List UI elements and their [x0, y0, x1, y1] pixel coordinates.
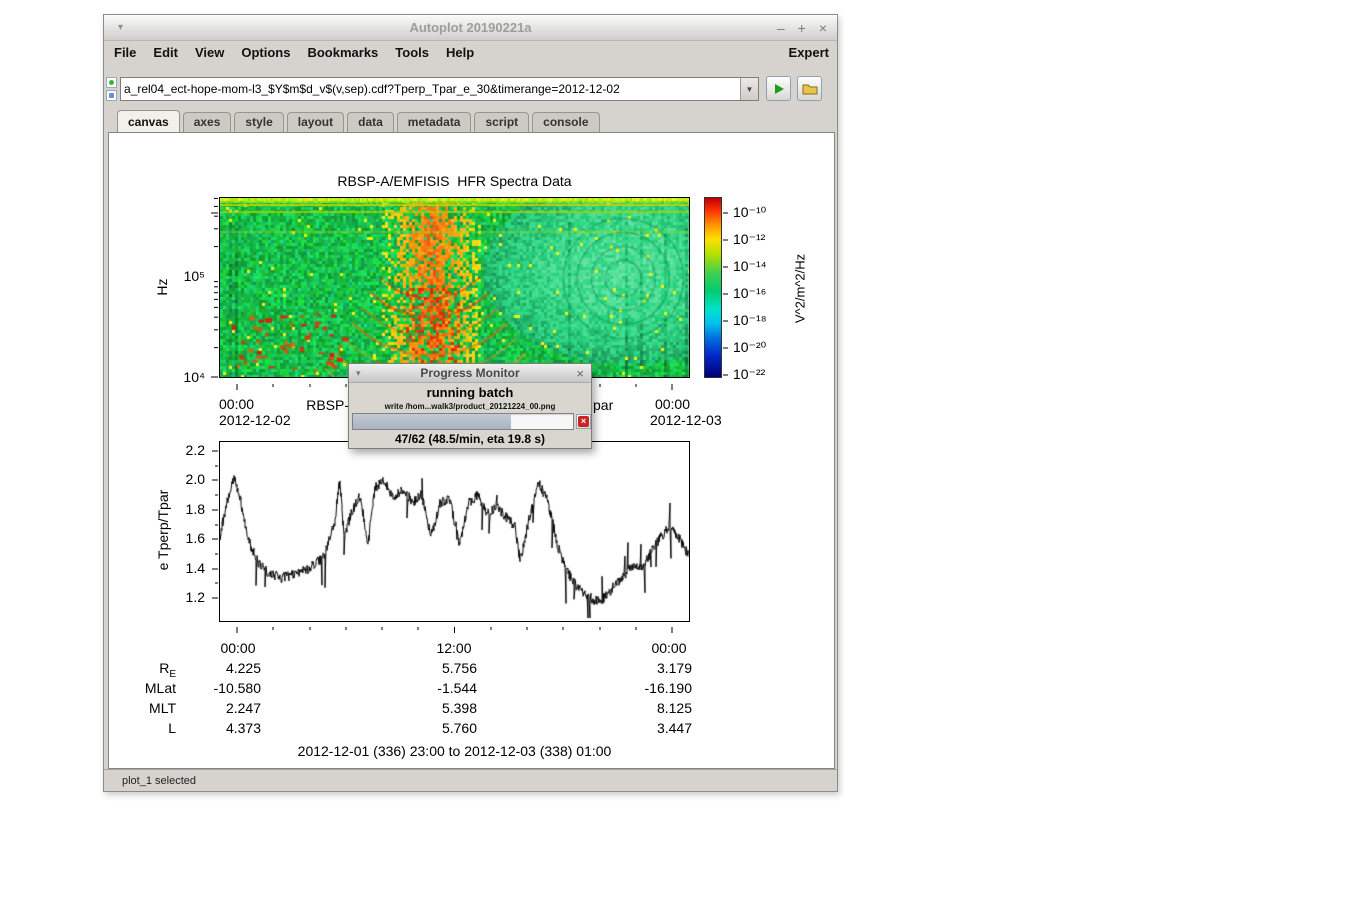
timeseries-y-ticks [208, 441, 218, 622]
expert-toggle[interactable]: Expert [789, 45, 829, 60]
status-bar: plot_1 selected [104, 769, 837, 791]
colorbar-tick-label: 10⁻²⁰ [733, 339, 803, 355]
progress-bar-fill [353, 414, 511, 429]
timeseries-plot[interactable] [219, 441, 690, 622]
chevron-down-icon: ▼ [746, 85, 754, 94]
minimize-button[interactable]: – [777, 21, 785, 35]
folder-icon [802, 82, 818, 95]
row-value: 4.373 [181, 720, 261, 736]
x1-date-label: 2012-12-02 [219, 412, 291, 428]
x2-tick-label: 00:00 [210, 640, 266, 656]
open-file-button[interactable] [797, 76, 822, 101]
window-menu-icon[interactable]: ▾ [118, 22, 123, 33]
row-label: MLT [126, 700, 176, 720]
menu-bookmarks[interactable]: Bookmarks [307, 45, 378, 60]
dialog-menu-icon[interactable]: ▾ [356, 368, 361, 379]
row-value: 3.447 [612, 720, 692, 736]
uri-status-icon-top [106, 77, 117, 88]
spectrogram-plot[interactable] [219, 197, 690, 378]
row-value: 5.756 [397, 660, 477, 676]
x1-tick-label: 00:00 [645, 396, 690, 412]
autoplot-window: ▾ Autoplot 20190221a – + × File Edit Vie… [103, 14, 838, 792]
progress-task-label: running batch [349, 385, 591, 400]
spectrogram-y-axis-label: Hz [154, 272, 170, 302]
status-text: plot_1 selected [122, 775, 196, 787]
uri-combobox[interactable]: ▼ [120, 77, 759, 101]
row-value: 4.225 [181, 660, 261, 676]
x1-tick-label: 00:00 [219, 396, 254, 412]
spectrogram-ytick-label: 10⁴ [149, 369, 205, 385]
progress-dialog-title: Progress Monitor [349, 366, 591, 380]
plot-canvas-panel[interactable]: RBSP-A/EMFISIS HFR Spectra Data 10⁵ 10⁴ … [108, 132, 835, 769]
menu-file[interactable]: File [114, 45, 136, 60]
row-value: -10.580 [181, 680, 261, 696]
menu-view[interactable]: View [195, 45, 224, 60]
progress-dialog-titlebar[interactable]: ▾ Progress Monitor × [349, 364, 591, 383]
desktop: ▾ Autoplot 20190221a – + × File Edit Vie… [0, 0, 1345, 916]
row-label: MLat [126, 680, 176, 700]
menu-options[interactable]: Options [241, 45, 290, 60]
maximize-button[interactable]: + [798, 21, 806, 35]
go-button[interactable] [766, 76, 791, 101]
x2-tick-label: 00:00 [641, 640, 697, 656]
progress-bar [352, 413, 574, 430]
cancel-icon: × [578, 416, 589, 427]
window-title: Autoplot 20190221a [104, 20, 837, 35]
tab-script[interactable]: script [474, 112, 529, 132]
menu-bar: File Edit View Options Bookmarks Tools H… [104, 42, 837, 63]
row-value: -16.190 [612, 680, 692, 696]
x1-date-label: 2012-12-03 [650, 412, 722, 428]
progress-monitor-dialog: ▾ Progress Monitor × running batch write… [348, 363, 592, 449]
context-label-fragment: par [593, 397, 613, 413]
row-value: 2.247 [181, 700, 261, 716]
tab-layout[interactable]: layout [287, 112, 344, 132]
tab-canvas[interactable]: canvas [117, 110, 180, 132]
menu-edit[interactable]: Edit [153, 45, 178, 60]
colorbar-tick-label: 10⁻¹² [733, 231, 803, 247]
tab-bar: canvas axes style layout data metadata s… [117, 111, 833, 132]
close-button[interactable]: × [819, 21, 827, 35]
row-label: L [126, 720, 176, 740]
progress-detail-label: write /hom...walk3/product_20121224_00.p… [349, 402, 591, 411]
uri-status-icon-bottom [106, 90, 117, 101]
row-value: 5.398 [397, 700, 477, 716]
row-value: 8.125 [612, 700, 692, 716]
colorbar-axis-label: V^2/m^2/Hz [794, 228, 809, 348]
tab-data[interactable]: data [347, 112, 394, 132]
play-icon [773, 83, 785, 95]
tab-metadata[interactable]: metadata [397, 112, 472, 132]
window-titlebar[interactable]: ▾ Autoplot 20190221a – + × [104, 15, 837, 41]
time-range-label: 2012-12-01 (336) 23:00 to 2012-12-03 (33… [219, 743, 690, 759]
colorbar[interactable] [704, 197, 722, 378]
colorbar-ticks [723, 197, 731, 378]
tab-style[interactable]: style [234, 112, 283, 132]
progress-status-label: 47/62 (48.5/min, eta 19.8 s) [349, 432, 591, 446]
row-value: 5.760 [397, 720, 477, 736]
row-label: RE [126, 660, 176, 680]
uri-dropdown-button[interactable]: ▼ [740, 78, 758, 100]
tab-axes[interactable]: axes [183, 112, 232, 132]
uri-input[interactable] [121, 78, 740, 100]
uri-toolbar: ▼ [104, 71, 837, 107]
tab-console[interactable]: console [532, 112, 599, 132]
timeseries-x-ticks [219, 622, 690, 630]
row-value: -1.544 [397, 680, 477, 696]
spectrogram-y-ticks [208, 197, 218, 378]
menu-help[interactable]: Help [446, 45, 474, 60]
x2-tick-label: 12:00 [426, 640, 482, 656]
dialog-close-icon[interactable]: × [576, 367, 584, 380]
cancel-task-button[interactable]: × [576, 414, 591, 429]
context-label-fragment: RBSP- [287, 397, 349, 413]
menu-tools[interactable]: Tools [395, 45, 429, 60]
colorbar-tick-label: 10⁻¹⁰ [733, 204, 803, 220]
colorbar-tick-label: 10⁻²² [733, 366, 803, 382]
y2-axis-label: e Tperp/Tpar [155, 450, 171, 610]
row-value: 3.179 [612, 660, 692, 676]
plot-title: RBSP-A/EMFISIS HFR Spectra Data [219, 173, 690, 189]
